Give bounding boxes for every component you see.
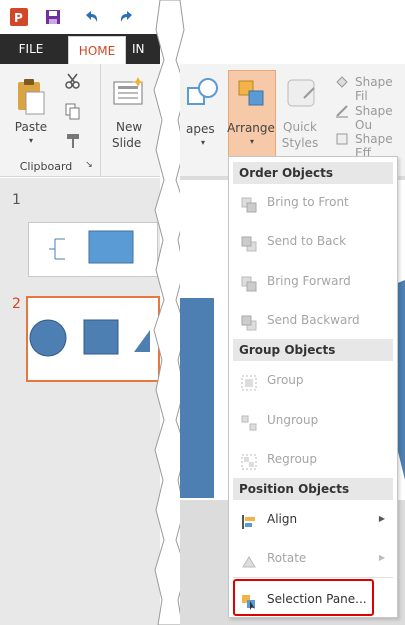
- menu-separator: [233, 577, 393, 578]
- bring-to-front-icon: [241, 194, 257, 213]
- menu-item-label: Rotate: [267, 551, 307, 565]
- paste-icon[interactable]: [12, 76, 48, 116]
- menu-item-label: Regroup: [267, 452, 318, 466]
- slide-thumbnail-selected[interactable]: [26, 296, 160, 382]
- bring-forward-icon: [241, 273, 257, 292]
- arrange-dropdown-menu: Order Objects Bring to Front Send to Bac…: [228, 156, 398, 618]
- send-to-back-icon: [241, 233, 257, 252]
- quick-styles-line1[interactable]: Quick: [280, 120, 320, 134]
- menu-item-label: Align: [267, 512, 298, 526]
- slide-thumbnails-pane: 1 2: [0, 178, 160, 625]
- menu-item-label: Bring Forward: [267, 274, 351, 288]
- group-divider: [100, 64, 101, 176]
- menu-item-align[interactable]: Align ▶: [233, 504, 393, 534]
- shape-outline-icon[interactable]: [334, 103, 350, 119]
- save-icon[interactable]: [44, 8, 62, 26]
- menu-item-ungroup[interactable]: Ungroup: [233, 405, 393, 435]
- send-backward-icon: [241, 312, 257, 331]
- submenu-arrow-icon: ▶: [378, 553, 385, 562]
- left-window-fragment: P FILE HOME IN Paste ▾ New Slide Clipboa…: [0, 0, 160, 625]
- shapes-icon[interactable]: [186, 76, 220, 110]
- paste-button[interactable]: Paste: [6, 120, 56, 134]
- order-objects-header: Order Objects: [233, 162, 393, 184]
- group-icon: [241, 372, 257, 391]
- paste-dropdown-chevron-icon[interactable]: ▾: [24, 136, 38, 145]
- menu-item-group[interactable]: Group: [233, 365, 393, 395]
- quick-styles-line2[interactable]: Styles: [276, 136, 324, 150]
- menu-item-label: Ungroup: [267, 413, 319, 427]
- slide-thumbnail[interactable]: [28, 222, 158, 277]
- selection-pane-highlight-box: [233, 579, 374, 616]
- format-painter-icon[interactable]: [64, 132, 82, 150]
- slide-number: 1: [12, 192, 21, 208]
- powerpoint-logo-icon: P: [10, 8, 28, 26]
- submenu-arrow-icon: ▶: [378, 514, 385, 523]
- menu-item-bring-to-front[interactable]: Bring to Front: [233, 187, 393, 217]
- svg-text:P: P: [14, 11, 23, 25]
- ribbon-clipboard-area: Paste ▾ New Slide Clipboard ↘: [0, 64, 160, 177]
- align-icon: [241, 511, 257, 529]
- cut-icon[interactable]: [64, 72, 82, 90]
- tab-home[interactable]: HOME: [68, 36, 126, 66]
- menu-item-regroup[interactable]: Regroup: [233, 444, 393, 474]
- ungroup-icon: [241, 412, 257, 431]
- menu-item-rotate[interactable]: Rotate ▶: [233, 543, 393, 573]
- arrange-dropdown-chevron-icon: ▾: [249, 137, 254, 146]
- regroup-icon: [241, 451, 257, 470]
- quick-styles-icon[interactable]: [284, 76, 318, 110]
- dialog-launcher-icon[interactable]: ↘: [84, 160, 94, 170]
- copy-icon[interactable]: [64, 102, 82, 120]
- rotate-icon: [241, 550, 257, 568]
- clipboard-group-label: Clipboard: [19, 160, 73, 173]
- slide-number: 2: [12, 296, 21, 312]
- undo-icon[interactable]: [82, 8, 100, 26]
- quick-access-toolbar: P: [0, 0, 160, 34]
- redo-icon[interactable]: [118, 8, 136, 26]
- shape-fill-icon[interactable]: [334, 74, 350, 90]
- shapes-button[interactable]: apes: [186, 122, 226, 136]
- arrange-button[interactable]: Arrange ▾: [227, 70, 276, 160]
- shapes-dropdown-chevron-icon[interactable]: ▾: [196, 138, 210, 147]
- shape-outline-button[interactable]: Shape Ou: [355, 104, 405, 132]
- menu-item-label: Bring to Front: [267, 195, 349, 209]
- menu-item-label: Group: [267, 373, 304, 387]
- shape-effects-icon[interactable]: [334, 131, 350, 147]
- group-objects-header: Group Objects: [233, 339, 393, 361]
- menu-item-send-to-back[interactable]: Send to Back: [233, 226, 393, 256]
- menu-item-label: Send to Back: [267, 234, 347, 248]
- menu-item-bring-forward[interactable]: Bring Forward: [233, 266, 393, 296]
- menu-item-label: Send Backward: [267, 313, 360, 327]
- shape-fill-button[interactable]: Shape Fil: [355, 75, 405, 103]
- menu-item-send-backward[interactable]: Send Backward: [233, 305, 393, 335]
- position-objects-header: Position Objects: [233, 478, 393, 500]
- new-slide-icon[interactable]: [112, 76, 144, 108]
- arrange-label: Arrange: [227, 121, 275, 135]
- tab-file[interactable]: FILE: [0, 34, 62, 64]
